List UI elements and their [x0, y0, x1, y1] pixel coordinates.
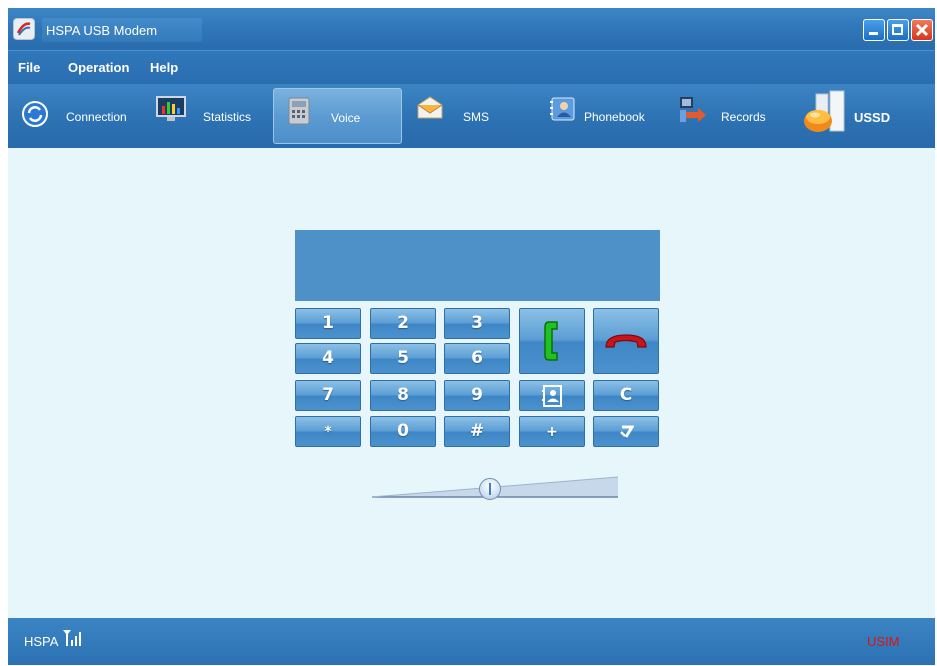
contacts-icon: [542, 385, 562, 407]
tab-voice-label: Voice: [331, 111, 361, 125]
call-icon: [544, 321, 558, 361]
network-type: HSPA: [24, 634, 59, 649]
tab-statistics[interactable]: Statistics: [151, 88, 266, 144]
tab-ussd[interactable]: USSD: [798, 88, 918, 144]
menu-operation[interactable]: Operation: [68, 60, 129, 75]
minimize-icon: [869, 32, 878, 35]
hangup-button[interactable]: [593, 308, 659, 374]
tab-records-label: Records: [721, 110, 766, 124]
connection-icon: [22, 101, 48, 127]
maximize-button[interactable]: [887, 19, 909, 41]
main-toolbar: Connection Statistics Voice SMS Phoneboo…: [8, 84, 935, 148]
backspace-button[interactable]: [593, 416, 659, 447]
backspace-icon: [620, 425, 634, 438]
tab-phonebook-label: Phonebook: [584, 110, 645, 124]
key-star[interactable]: *: [295, 416, 361, 447]
key-9[interactable]: 9: [444, 380, 510, 411]
key-0[interactable]: 0: [370, 416, 436, 447]
tab-voice[interactable]: Voice: [273, 88, 402, 144]
key-4[interactable]: 4: [295, 343, 361, 374]
contacts-button[interactable]: [519, 380, 585, 411]
hangup-icon: [605, 334, 647, 348]
tab-sms[interactable]: SMS: [416, 88, 526, 144]
tab-ussd-label: USSD: [854, 110, 891, 125]
clear-button[interactable]: C: [593, 380, 659, 411]
signal-strength-icon: [63, 630, 81, 646]
minimize-button[interactable]: [863, 19, 885, 41]
ussd-icon: [804, 90, 845, 132]
key-hash[interactable]: #: [444, 416, 510, 447]
volume-slider[interactable]: [370, 476, 620, 500]
maximize-icon: [892, 24, 903, 35]
tab-connection[interactable]: Connection: [16, 88, 146, 144]
statistics-icon: [156, 96, 186, 121]
menu-bar: File Operation Help: [8, 50, 935, 85]
dial-display: [295, 230, 660, 301]
tab-statistics-label: Statistics: [203, 110, 252, 124]
title-bar: HSPA USB Modem: [8, 8, 935, 50]
tab-sms-label: SMS: [463, 110, 490, 124]
menu-help[interactable]: Help: [150, 60, 178, 75]
records-icon: [680, 97, 706, 122]
key-6[interactable]: 6: [444, 343, 510, 374]
key-8[interactable]: 8: [370, 380, 436, 411]
voice-icon: [288, 97, 310, 125]
key-plus-label: +: [546, 424, 558, 440]
close-icon: [915, 23, 929, 37]
menu-file[interactable]: File: [18, 60, 40, 75]
tab-connection-label: Connection: [66, 110, 127, 124]
volume-thumb[interactable]: [479, 478, 501, 500]
key-1[interactable]: 1: [295, 308, 361, 339]
app-window: HSPA USB Modem File Operation Help Conne…: [8, 8, 935, 665]
phonebook-icon: [550, 97, 575, 121]
window-title: HSPA USB Modem: [46, 23, 158, 38]
sms-icon: [417, 96, 443, 119]
voice-panel: 1 2 3 4 5 6 7 8 9 C * 0 # +: [8, 148, 935, 618]
key-3[interactable]: 3: [444, 308, 510, 339]
status-bar: HSPA USIM: [8, 618, 935, 665]
key-star-label: *: [324, 424, 332, 440]
close-button[interactable]: [911, 19, 933, 41]
sim-status: USIM: [867, 634, 900, 649]
tab-phonebook[interactable]: Phonebook: [548, 88, 668, 144]
key-2[interactable]: 2: [370, 308, 436, 339]
key-plus[interactable]: +: [519, 416, 585, 447]
app-logo-icon: [13, 18, 35, 40]
key-7[interactable]: 7: [295, 380, 361, 411]
call-button[interactable]: [519, 308, 585, 374]
key-5[interactable]: 5: [370, 343, 436, 374]
tab-records[interactable]: Records: [676, 88, 788, 144]
